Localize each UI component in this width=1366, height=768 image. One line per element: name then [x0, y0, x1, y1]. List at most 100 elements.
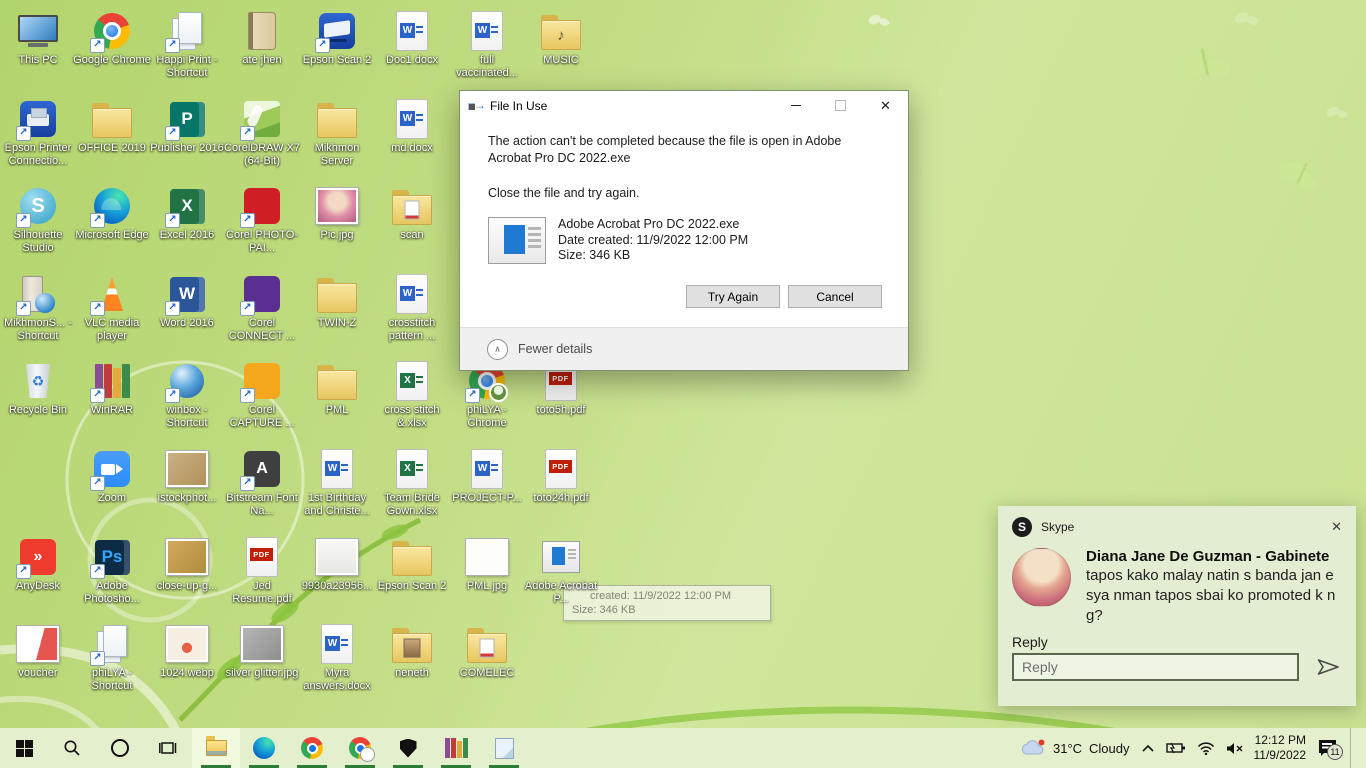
- clock[interactable]: 12:12 PM 11/9/2022: [1254, 733, 1307, 763]
- desktop-icon-toto24h-pdf[interactable]: PDFtoto24h.pdf: [522, 448, 600, 505]
- tray-chevron-up-icon[interactable]: [1141, 744, 1155, 753]
- edge-icon: [253, 737, 275, 759]
- taskbar-notepad[interactable]: [480, 728, 528, 768]
- desktop-icon-adobe-photosho[interactable]: Ps↗Adobe Photosho...: [73, 536, 151, 606]
- taskbar-chrome-profile[interactable]: [336, 728, 384, 768]
- desktop-icon-myra-answers-docx[interactable]: WMyra answers.docx: [298, 623, 376, 693]
- notepad-icon: [495, 738, 514, 759]
- reply-input[interactable]: [1012, 653, 1299, 681]
- try-again-button[interactable]: Try Again: [686, 285, 780, 308]
- folder-icon: [316, 98, 358, 140]
- desktop-icon-comelec[interactable]: COMELEC: [448, 623, 526, 680]
- shortcut-arrow-icon: ↗: [165, 126, 180, 141]
- desktop-icon-epson-scan-2[interactable]: Epson Scan 2: [373, 536, 451, 593]
- volume-muted-icon[interactable]: [1226, 742, 1243, 755]
- dialog-title-bar[interactable]: → File In Use ✕: [460, 91, 908, 121]
- desktop-icon-corel-capture[interactable]: ↗Corel CAPTURE ...: [223, 360, 301, 430]
- desktop-icon-pml[interactable]: PML: [298, 360, 376, 417]
- notification-close-icon[interactable]: ✕: [1331, 519, 1342, 535]
- taskbar-file-explorer[interactable]: [192, 728, 240, 768]
- desktop-icon-microsoft-edge[interactable]: ↗Microsoft Edge: [73, 185, 151, 242]
- desktop-icon-google-chrome[interactable]: ↗Google Chrome: [73, 10, 151, 67]
- pages-icon: ↗: [166, 10, 208, 52]
- desktop-icon-publisher-2016[interactable]: P↗Publisher 2016: [148, 98, 226, 155]
- desktop-icon-1024-webp[interactable]: 1024.webp: [148, 623, 226, 680]
- desktop-icon-anydesk[interactable]: »↗AnyDesk: [0, 536, 77, 593]
- fewer-details-toggle[interactable]: Fewer details: [518, 342, 592, 356]
- desktop-icon-silhouette-studio[interactable]: S↗Silhouette Studio: [0, 185, 77, 255]
- desktop-icon-md-docx[interactable]: Wmd.docx: [373, 98, 451, 155]
- desktop-icon-bitstream-font-na[interactable]: A↗Bitstream Font Na...: [223, 448, 301, 518]
- desktop-icon-close-up-g[interactable]: close-up-g...: [148, 536, 226, 593]
- desktop-icon-team-bride-gown-xlsx[interactable]: XTeam Bride Gown.xlsx: [373, 448, 451, 518]
- action-center-icon[interactable]: 11: [1319, 740, 1339, 756]
- taskbar-task-view[interactable]: [144, 728, 192, 768]
- send-icon[interactable]: [1315, 656, 1342, 678]
- taskbar-winrar[interactable]: [432, 728, 480, 768]
- desktop-icon-pml-jpg[interactable]: PML.jpg: [448, 536, 526, 593]
- desktop-icon-voucher[interactable]: voucher: [0, 623, 77, 680]
- desktop-icon-mikhmon-server[interactable]: Mikhmon Server: [298, 98, 376, 168]
- desktop-icon-winrar[interactable]: ↗WinRAR: [73, 360, 151, 417]
- desktop-icon-excel-2016[interactable]: X↗Excel 2016: [148, 185, 226, 242]
- weather-widget[interactable]: 31°C Cloudy: [1020, 739, 1130, 757]
- desktop-icon-mikhmons-shortcut[interactable]: ↗MikhmonS... - Shortcut: [0, 273, 77, 343]
- close-button[interactable]: ✕: [863, 91, 908, 120]
- app-icon: »↗: [17, 536, 59, 578]
- silhouette-icon: S↗: [17, 185, 59, 227]
- shortcut-arrow-icon: ↗: [90, 564, 105, 579]
- desktop-icon-scan[interactable]: scan: [373, 185, 451, 242]
- desktop-icon-epson-scan-2[interactable]: ↗Epson Scan 2: [298, 10, 376, 67]
- folder-icon: [316, 360, 358, 402]
- minimize-button[interactable]: [773, 91, 818, 120]
- desktop-icon-office-2019[interactable]: OFFICE 2019: [73, 98, 151, 155]
- show-desktop-button[interactable]: [1350, 728, 1356, 768]
- desktop-icon-happi-print-shortcut[interactable]: ↗Happi Print - Shortcut: [148, 10, 226, 80]
- taskbar-edge[interactable]: [240, 728, 288, 768]
- taskbar-windows-security[interactable]: [384, 728, 432, 768]
- desktop-icon-word-2016[interactable]: W↗Word 2016: [148, 273, 226, 330]
- wifi-icon[interactable]: [1197, 742, 1215, 755]
- desktop-icon-istockphot[interactable]: istockphot...: [148, 448, 226, 505]
- shortcut-arrow-icon: ↗: [165, 213, 180, 228]
- desktop-icon-pic-jpg[interactable]: Pic.jpg: [298, 185, 376, 242]
- taskbar-start[interactable]: [0, 728, 48, 768]
- image-icon: [316, 185, 358, 227]
- desktop-icon-9930a23956[interactable]: 9930a23956...: [298, 536, 376, 593]
- shortcut-arrow-icon: ↗: [16, 126, 31, 141]
- cancel-button[interactable]: Cancel: [788, 285, 882, 308]
- desktop-icon-full-vaccinated[interactable]: Wfull vaccinated...: [448, 10, 526, 80]
- desktop-icon-jed-resume-pdf[interactable]: PDFJed Resume.pdf: [223, 536, 301, 606]
- desktop-icon-winbox-shortcut[interactable]: ↗winbox - Shortcut: [148, 360, 226, 430]
- desktop-icon-coreldraw-x7-64-bit[interactable]: ↗CorelDRAW X7 (64-Bit): [223, 98, 301, 168]
- desktop-icon-project-p[interactable]: WPROJECT-P...: [448, 448, 526, 505]
- skype-notification[interactable]: S Skype ✕ Diana Jane De Guzman - Gabinet…: [998, 506, 1356, 706]
- desktop-icon-neneth[interactable]: neneth: [373, 623, 451, 680]
- word-icon: W: [466, 10, 508, 52]
- desktop-icon-recycle-bin[interactable]: ♻Recycle Bin: [0, 360, 77, 417]
- printer-icon: ↗: [17, 98, 59, 140]
- desktop-icon-twin-z[interactable]: TWIN-Z: [298, 273, 376, 330]
- desktop-icon-adobe-acrobat-p[interactable]: Adobe Acrobat P...: [522, 536, 600, 606]
- taskbar-search[interactable]: [48, 728, 96, 768]
- desktop-icon-doc1-docx[interactable]: WDoc1.docx: [373, 10, 451, 67]
- desktop-icon-label: Microsoft Edge: [75, 229, 148, 242]
- desktop-icon-zoom[interactable]: ↗Zoom: [73, 448, 151, 505]
- desktop-icon-music[interactable]: ♪MUSIC: [522, 10, 600, 67]
- desktop-icon-philya-shortcut[interactable]: ↗phiLYA - Shortcut: [73, 623, 151, 693]
- desktop-icon-cross-stitch-xlsx[interactable]: Xcross stitch &.xlsx: [373, 360, 451, 430]
- desktop-icon-corel-photo-pai[interactable]: ↗Corel PHOTO-PAI...: [223, 185, 301, 255]
- desktop-icon-ate-jhen[interactable]: ate jhen: [223, 10, 301, 67]
- desktop-icon-1st-birthday-and-christe[interactable]: W1st Birthday and Christe...: [298, 448, 376, 518]
- battery-icon[interactable]: [1166, 742, 1186, 754]
- desktop-icon-vlc-media-player[interactable]: ↗VLC media player: [73, 273, 151, 343]
- desktop-icon-this-pc[interactable]: This PC: [0, 10, 77, 67]
- desktop-icon-epson-printer-connectio[interactable]: ↗Epson Printer Connectio...: [0, 98, 77, 168]
- chevron-up-icon[interactable]: ∧: [487, 339, 508, 360]
- desktop-icon-silver-glitter-jpg[interactable]: silver glitter.jpg: [223, 623, 301, 680]
- taskbar-cortana[interactable]: [96, 728, 144, 768]
- desktop-icon-crosstitch-pattern[interactable]: Wcrosstitch pattern ...: [373, 273, 451, 343]
- taskbar-chrome[interactable]: [288, 728, 336, 768]
- office-icon: W↗: [166, 273, 208, 315]
- desktop-icon-corel-connect[interactable]: ↗Corel CONNECT ...: [223, 273, 301, 343]
